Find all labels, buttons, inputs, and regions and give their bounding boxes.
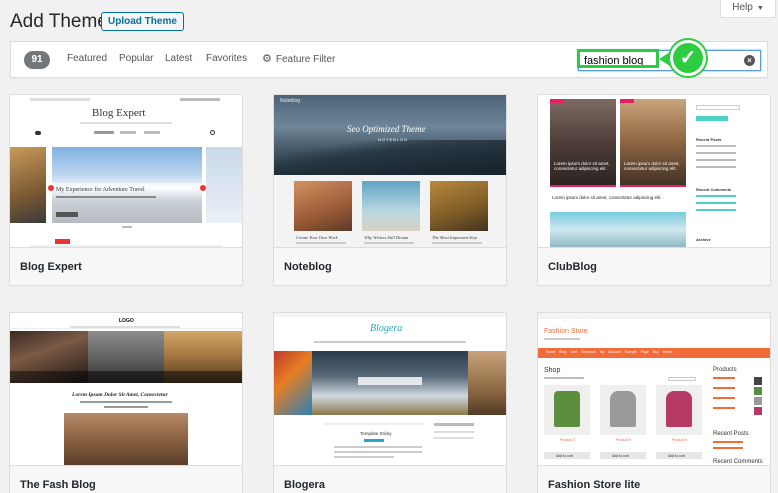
preview-logo: LOGO — [119, 318, 134, 324]
theme-name: Blogera — [284, 479, 325, 491]
preview-nav-item: Sample Page — [624, 350, 649, 354]
preview-add-to-cart: Add to cart — [668, 454, 685, 458]
preview-caption: Lorem ipsum dolor sit amet, consectetur … — [552, 195, 662, 200]
tab-featured[interactable]: Featured — [67, 53, 107, 64]
clear-search-icon[interactable]: × — [744, 55, 755, 66]
preview-sidebar-heading: Recent Posts — [696, 137, 722, 142]
theme-card-blog-expert[interactable]: Blog Expert My Experience for Adventure … — [9, 94, 243, 286]
gear-icon: ⚙ — [262, 53, 272, 65]
theme-name-bar[interactable]: Blog Expert — [10, 247, 242, 285]
preview-nav-item: Cart — [570, 350, 577, 354]
preview-add-to-cart: Add to cart — [612, 454, 629, 458]
theme-screenshot[interactable]: Blog Expert My Experience for Adventure … — [10, 95, 242, 247]
theme-name: ClubBlog — [548, 261, 597, 273]
help-tab-button[interactable]: Help ▼ — [720, 0, 776, 18]
theme-screenshot[interactable]: Lorem ipsum dolor sit amet, consectetur … — [538, 95, 770, 247]
theme-name-bar[interactable]: ClubBlog — [538, 247, 770, 285]
preview-nav-item: Buy theme — [652, 350, 673, 354]
preview-shop-label: Shop — [544, 367, 561, 374]
checkmark-icon: ✓ — [670, 40, 706, 76]
theme-card-the-fash-blog[interactable]: LOGO Lorem Ipsum Dolor Sit Amet, Consect… — [9, 312, 243, 493]
preview-logo: Blogera — [370, 323, 403, 334]
preview-sidebar-recent-posts: Recent Posts — [713, 431, 749, 437]
preview-nav-item: Checkout — [580, 350, 596, 354]
preview-sidebar-heading: Recent Comments — [696, 187, 732, 192]
feature-filter-button[interactable]: ⚙ Feature Filter — [262, 52, 335, 65]
preview-add-to-cart: Add to cart — [556, 454, 573, 458]
preview-nav-item: My Account — [599, 350, 621, 354]
theme-name: Noteblog — [284, 261, 332, 273]
preview-caption: Lorem ipsum dolor sit amet, consectetur … — [554, 161, 610, 171]
feature-filter-label: Feature Filter — [275, 54, 336, 65]
theme-name-bar[interactable]: Fashion Store lite — [538, 465, 770, 493]
preview-sidebar-products: Products — [713, 367, 737, 373]
preview-logo: Blog Expert — [92, 107, 146, 119]
upload-theme-button[interactable]: Upload Theme — [101, 12, 184, 31]
help-label: Help — [732, 2, 753, 13]
preview-post-title: The Most Important Step — [432, 235, 477, 240]
preview-headline: Lorem Ipsum Dolor Sit Amet, Consectetur — [72, 392, 168, 398]
preview-hero-title: Seo Optimized Theme — [347, 124, 426, 134]
preview-logo: Fashion Store — [544, 328, 588, 335]
theme-name: Blog Expert — [20, 261, 82, 273]
preview-sidebar-heading: Archive — [696, 237, 711, 242]
theme-card-blogera[interactable]: Blogera Template Sticky Blogera — [273, 312, 507, 493]
theme-screenshot[interactable]: Noteblog Seo Optimized Theme NOTEBLOG Cr… — [274, 95, 506, 247]
preview-nav-item: Home — [546, 350, 556, 354]
tab-popular[interactable]: Popular — [119, 53, 153, 64]
theme-name: Fashion Store lite — [548, 479, 641, 491]
preview-caption: Lorem ipsum dolor sit amet, consectetur … — [624, 161, 680, 171]
theme-name-bar[interactable]: Blogera — [274, 465, 506, 493]
preview-nav-item: Blog — [559, 350, 567, 354]
preview-post-title: Template Sticky — [360, 431, 392, 436]
search-input[interactable] — [579, 51, 739, 70]
tab-latest[interactable]: Latest — [165, 53, 192, 64]
theme-count-badge: 91 — [24, 51, 50, 69]
preview-post-title: Why Writers Still Dream — [364, 235, 409, 240]
preview-slide-caption: My Experience for Adventure Travel — [56, 187, 145, 193]
caret-down-icon: ▼ — [756, 5, 764, 12]
theme-name: The Fash Blog — [20, 479, 96, 491]
theme-card-fashion-store-lite[interactable]: Fashion Store Home Blog Cart Checkout My… — [537, 312, 771, 493]
theme-name-bar[interactable]: Noteblog — [274, 247, 506, 285]
preview-post-title: Create Your Own Work — [296, 235, 338, 240]
theme-filter-bar: 91 Featured Popular Latest Favorites ⚙ Fe… — [10, 41, 768, 78]
theme-screenshot[interactable]: Blogera Template Sticky — [274, 313, 506, 465]
theme-card-clubblog[interactable]: Lorem ipsum dolor sit amet, consectetur … — [537, 94, 771, 286]
theme-card-noteblog[interactable]: Noteblog Seo Optimized Theme NOTEBLOG Cr… — [273, 94, 507, 286]
theme-screenshot[interactable]: LOGO Lorem Ipsum Dolor Sit Amet, Consect… — [10, 313, 242, 465]
preview-product-name: Product 5 — [616, 438, 631, 442]
theme-name-bar[interactable]: The Fash Blog — [10, 465, 242, 493]
tab-favorites[interactable]: Favorites — [206, 53, 247, 64]
preview-product-name: Product 3 — [560, 438, 575, 442]
preview-product-name: Product 6 — [672, 438, 687, 442]
preview-hero-subtitle: NOTEBLOG — [378, 137, 409, 142]
theme-screenshot[interactable]: Fashion Store Home Blog Cart Checkout My… — [538, 313, 770, 465]
